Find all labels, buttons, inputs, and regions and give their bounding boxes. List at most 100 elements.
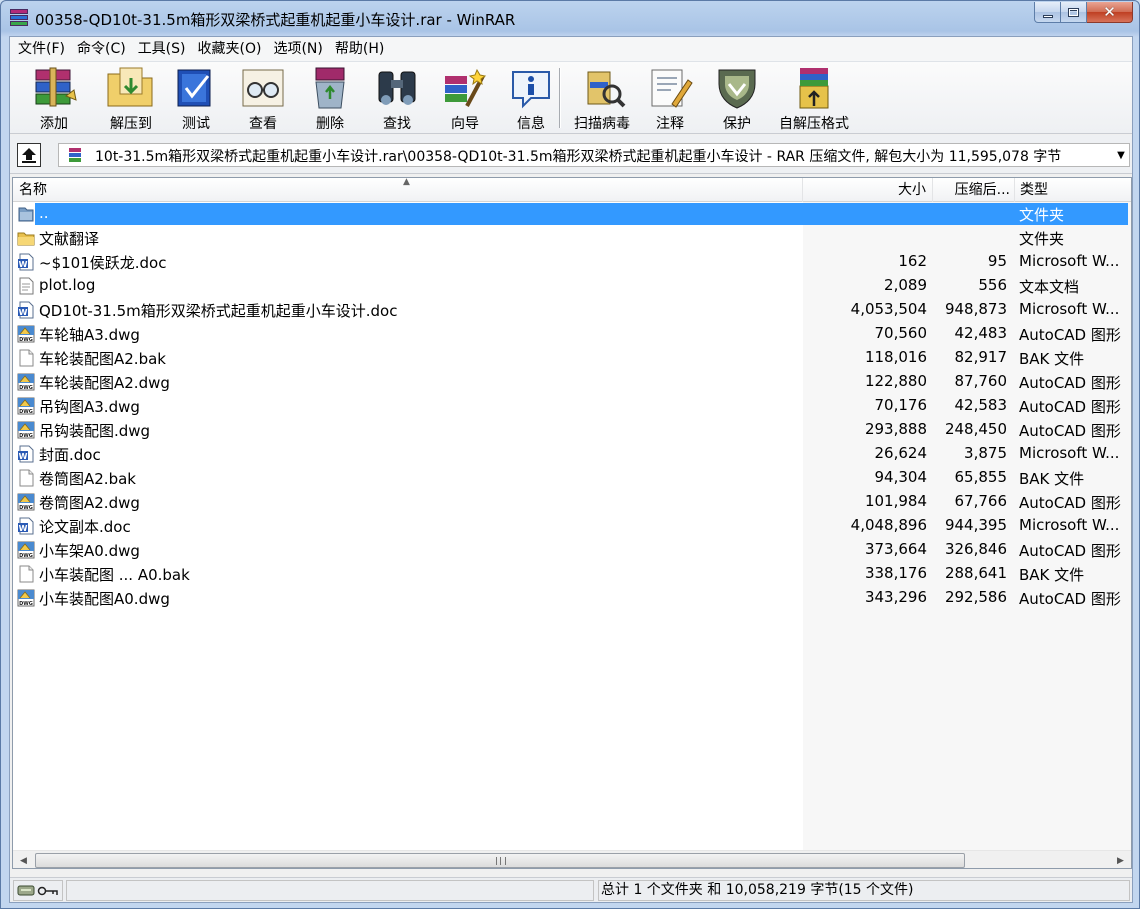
view-glasses-icon bbox=[242, 69, 284, 107]
address-field[interactable]: 10t-31.5m箱形双梁桥式起重机起重小车设计.rar\00358-QD10t… bbox=[58, 143, 1130, 167]
add-archive-icon bbox=[35, 67, 77, 107]
file-size: 343,296 bbox=[864, 588, 927, 606]
file-type: AutoCAD 图形 bbox=[1019, 422, 1121, 440]
column-header-name-label: 名称 bbox=[19, 182, 47, 198]
add-button[interactable]: 添加 bbox=[14, 66, 94, 132]
column-header-name[interactable]: 名称 ▲ bbox=[13, 178, 803, 202]
close-button[interactable]: ✕ bbox=[1087, 2, 1133, 23]
up-arrow-icon bbox=[22, 148, 36, 163]
protect-label: 保护 bbox=[723, 116, 751, 132]
file-packed-size: 82,917 bbox=[954, 348, 1008, 366]
parent-folder-icon bbox=[17, 205, 35, 223]
file-packed-size: 248,450 bbox=[944, 420, 1007, 438]
file-size: 2,089 bbox=[884, 276, 927, 294]
blank-file-icon bbox=[17, 349, 35, 367]
file-row[interactable]: DWG 小车架A0.dwg 373,664 326,846 AutoCAD 图形 bbox=[13, 538, 1131, 562]
file-row[interactable]: 车轮装配图A2.bak 118,016 82,917 BAK 文件 bbox=[13, 346, 1131, 370]
menu-favorites[interactable]: 收藏夹(O) bbox=[192, 37, 268, 62]
view-button[interactable]: 查看 bbox=[226, 66, 300, 132]
chevron-down-icon: ▼ bbox=[1117, 149, 1125, 161]
column-header-size[interactable]: 大小 bbox=[803, 178, 933, 202]
scan-virus-icon bbox=[587, 71, 626, 108]
file-row[interactable]: plot.log 2,089 556 文本文档 bbox=[13, 274, 1131, 298]
file-size: 26,624 bbox=[874, 444, 928, 462]
info-button[interactable]: 信息 bbox=[494, 66, 568, 132]
file-packed-size: 67,766 bbox=[954, 492, 1008, 510]
menu-commands[interactable]: 命令(C) bbox=[71, 37, 132, 62]
file-type: BAK 文件 bbox=[1019, 470, 1085, 488]
file-list[interactable]: 名称 ▲ 大小 压缩后... 类型 .. 文件夹文献翻译 文件夹 W ~$101侯跃龙.… bbox=[12, 177, 1132, 869]
extract-to-button[interactable]: 解压到 bbox=[92, 66, 170, 132]
minimize-button[interactable] bbox=[1034, 2, 1061, 23]
scroll-thumb[interactable] bbox=[35, 853, 965, 868]
file-size: 162 bbox=[898, 252, 927, 270]
dwg-file-icon: DWG bbox=[17, 325, 35, 343]
file-row[interactable]: .. 文件夹 bbox=[13, 202, 1131, 226]
word-doc-icon: W bbox=[17, 517, 35, 535]
file-rows: .. 文件夹文献翻译 文件夹 W ~$101侯跃龙.doc 162 95 Microsoft … bbox=[13, 202, 1131, 610]
dwg-file-icon: DWG bbox=[17, 373, 35, 391]
menu-options[interactable]: 选项(N) bbox=[267, 37, 328, 62]
drive-key-icon bbox=[17, 885, 58, 896]
scroll-right-icon: ▶ bbox=[1117, 855, 1124, 866]
close-icon: ✕ bbox=[1103, 3, 1116, 21]
scroll-right-button[interactable]: ▶ bbox=[1112, 851, 1129, 868]
maximize-button[interactable] bbox=[1061, 2, 1087, 23]
svg-text:DWG: DWG bbox=[19, 337, 33, 343]
status-bar: 总计 1 个文件夹 和 10,058,219 字节(15 个文件) bbox=[10, 877, 1132, 902]
find-button[interactable]: 查找 bbox=[360, 66, 434, 132]
selection-highlight bbox=[35, 203, 1128, 225]
title-bar[interactable]: 00358-QD10t-31.5m箱形双梁桥式起重机起重小车设计.rar - W… bbox=[1, 1, 1139, 35]
sfx-button[interactable]: 自解压格式 bbox=[772, 66, 856, 132]
test-button[interactable]: 测试 bbox=[160, 66, 232, 132]
file-row[interactable]: W QD10t-31.5m箱形双梁桥式起重机起重小车设计.doc 4,053,504… bbox=[13, 298, 1131, 322]
menu-file[interactable]: 文件(F) bbox=[12, 37, 71, 62]
word-doc-icon: W bbox=[17, 253, 35, 271]
protect-button[interactable]: 保护 bbox=[700, 66, 774, 132]
file-name: 卷筒图A2.bak bbox=[39, 470, 136, 488]
scan-virus-label: 扫描病毒 bbox=[574, 116, 630, 132]
file-size: 4,048,896 bbox=[850, 516, 927, 534]
add-label: 添加 bbox=[40, 116, 68, 132]
file-packed-size: 3,875 bbox=[964, 444, 1007, 462]
file-name: 文献翻译 bbox=[39, 230, 100, 248]
scan-virus-button[interactable]: 扫描病毒 bbox=[562, 66, 642, 132]
file-row[interactable]: DWG 吊钩装配图.dwg 293,888 248,450 AutoCAD 图形 bbox=[13, 418, 1131, 442]
file-row[interactable]: 文献翻译 文件夹 bbox=[13, 226, 1131, 250]
dwg-file-icon: DWG bbox=[17, 541, 35, 559]
file-row[interactable]: DWG 卷筒图A2.dwg 101,984 67,766 AutoCAD 图形 bbox=[13, 490, 1131, 514]
menu-tools[interactable]: 工具(S) bbox=[132, 37, 192, 62]
toolbar: 添加 解压到 测试 查看 删除 查找 向导 信息 扫描病毒 注释 保护 自解压格… bbox=[10, 62, 1132, 134]
file-row[interactable]: DWG 小车装配图A0.dwg 343,296 292,586 AutoCAD 图形 bbox=[13, 586, 1131, 610]
dwg-file-icon: DWG bbox=[17, 421, 35, 439]
file-row[interactable]: W ~$101侯跃龙.doc 162 95 Microsoft W... bbox=[13, 250, 1131, 274]
scroll-left-button[interactable]: ◀ bbox=[15, 851, 32, 868]
horizontal-scrollbar[interactable]: ◀ ▶ bbox=[13, 850, 1131, 868]
file-type: 文件夹 bbox=[1019, 230, 1065, 248]
file-row[interactable]: 卷筒图A2.bak 94,304 65,855 BAK 文件 bbox=[13, 466, 1131, 490]
file-type: BAK 文件 bbox=[1019, 566, 1085, 584]
file-size: 122,880 bbox=[864, 372, 927, 390]
file-type: AutoCAD 图形 bbox=[1019, 590, 1121, 608]
address-dropdown-button[interactable]: ▼ bbox=[1113, 144, 1129, 166]
winrar-app-icon[interactable] bbox=[10, 9, 28, 27]
delete-button[interactable]: 删除 bbox=[293, 66, 367, 132]
sort-ascending-icon: ▲ bbox=[403, 178, 410, 187]
column-header-packed[interactable]: 压缩后... bbox=[933, 178, 1015, 202]
file-row[interactable]: 小车装配图 ... A0.bak 338,176 288,641 BAK 文件 bbox=[13, 562, 1131, 586]
file-row[interactable]: DWG 吊钩图A3.dwg 70,176 42,583 AutoCAD 图形 bbox=[13, 394, 1131, 418]
wizard-button[interactable]: 向导 bbox=[426, 66, 504, 132]
column-header-type[interactable]: 类型 bbox=[1015, 178, 1131, 202]
up-folder-button[interactable] bbox=[17, 143, 41, 167]
status-icons bbox=[13, 880, 63, 901]
file-row[interactable]: W 封面.doc 26,624 3,875 Microsoft W... bbox=[13, 442, 1131, 466]
file-type: BAK 文件 bbox=[1019, 350, 1085, 368]
extract-to-label: 解压到 bbox=[110, 116, 152, 132]
menu-help[interactable]: 帮助(H) bbox=[329, 37, 390, 62]
file-row[interactable]: DWG 车轮轴A3.dwg 70,560 42,483 AutoCAD 图形 bbox=[13, 322, 1131, 346]
file-row[interactable]: DWG 车轮装配图A2.dwg 122,880 87,760 AutoCAD 图形 bbox=[13, 370, 1131, 394]
file-packed-size: 65,855 bbox=[954, 468, 1008, 486]
comment-button[interactable]: 注释 bbox=[634, 66, 706, 132]
winrar-window: 00358-QD10t-31.5m箱形双梁桥式起重机起重小车设计.rar - W… bbox=[0, 0, 1140, 909]
file-row[interactable]: W 论文副本.doc 4,048,896 944,395 Microsoft W... bbox=[13, 514, 1131, 538]
